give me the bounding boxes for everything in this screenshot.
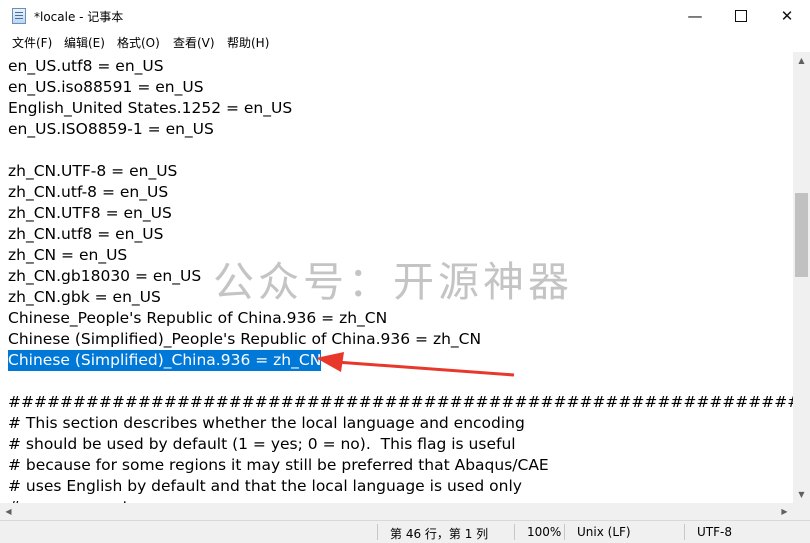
encoding: UTF-8: [697, 525, 732, 539]
scroll-right-icon[interactable]: ▶: [776, 503, 793, 520]
status-divider: [377, 524, 378, 540]
status-divider: [514, 524, 515, 540]
scroll-left-icon[interactable]: ◀: [0, 503, 17, 520]
scrollbar-corner: [793, 503, 810, 520]
scroll-up-icon[interactable]: ▲: [793, 52, 810, 69]
status-divider: [564, 524, 565, 540]
scroll-down-icon[interactable]: ▼: [793, 486, 810, 503]
line-ending: Unix (LF): [577, 525, 631, 539]
cursor-position: 第 46 行，第 1 列: [390, 527, 489, 541]
vertical-scrollbar[interactable]: ▲ ▼: [793, 52, 810, 503]
annotation-arrow: [316, 352, 515, 377]
horizontal-scrollbar[interactable]: ◀ ▶: [0, 503, 793, 520]
zoom-level: 100%: [527, 525, 562, 539]
status-divider: [684, 524, 685, 540]
scroll-thumb[interactable]: [795, 193, 808, 277]
status-bar: 第 46 行，第 1 列 100% Unix (LF) UTF-8: [0, 520, 810, 543]
